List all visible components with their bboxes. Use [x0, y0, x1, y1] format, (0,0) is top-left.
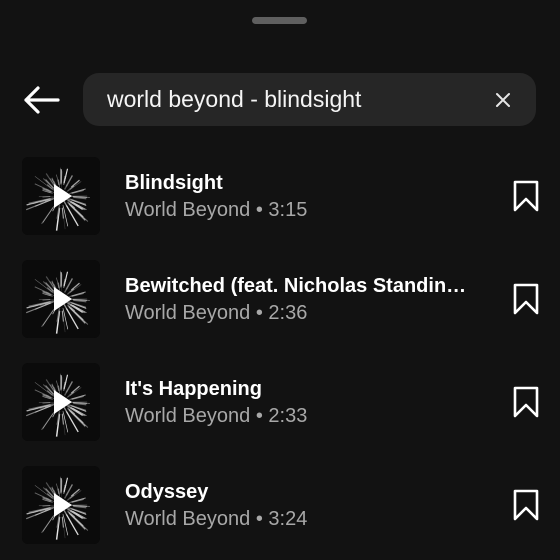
bookmark-icon: [513, 180, 539, 212]
album-art: [22, 260, 100, 338]
meta-separator: •: [255, 508, 263, 530]
track-info: Bewitched (feat. Nicholas Standing,… Wor…: [125, 273, 485, 327]
list-item[interactable]: It's Happening World Beyond • 2:33: [0, 356, 560, 459]
track-info: Blindsight World Beyond • 3:15: [125, 170, 485, 224]
arrow-left-icon: [24, 86, 60, 114]
track-title: Blindsight: [125, 172, 223, 194]
bookmark-icon: [513, 283, 539, 315]
track-title: Odyssey: [125, 481, 209, 503]
track-duration: 2:33: [268, 405, 308, 427]
album-art: [22, 466, 100, 544]
track-meta: World Beyond • 2:36: [125, 299, 485, 327]
save-button[interactable]: [510, 281, 542, 317]
meta-separator: •: [255, 405, 263, 427]
track-meta: World Beyond • 3:24: [125, 505, 485, 533]
track-artist: World Beyond: [125, 508, 251, 530]
bookmark-icon: [513, 489, 539, 521]
music-search-sheet: Blindsight World Beyond • 3:15 Bewitched…: [0, 0, 560, 560]
search-bar: [83, 73, 536, 126]
track-meta: World Beyond • 2:33: [125, 402, 485, 430]
track-artist: World Beyond: [125, 199, 251, 221]
track-artist: World Beyond: [125, 302, 251, 324]
search-input[interactable]: [107, 73, 487, 126]
track-artist: World Beyond: [125, 405, 251, 427]
list-item[interactable]: Odyssey World Beyond • 3:24: [0, 459, 560, 560]
back-button[interactable]: [20, 80, 62, 120]
clear-search-button[interactable]: [490, 87, 516, 113]
album-art: [22, 363, 100, 441]
meta-separator: •: [255, 199, 263, 221]
drag-handle[interactable]: [252, 17, 307, 24]
close-icon: [496, 93, 510, 107]
list-item[interactable]: Blindsight World Beyond • 3:15: [0, 150, 560, 253]
track-title: It's Happening: [125, 378, 262, 400]
save-button[interactable]: [510, 384, 542, 420]
track-title: Bewitched (feat. Nicholas Standing,…: [125, 275, 477, 297]
results-list: Blindsight World Beyond • 3:15 Bewitched…: [0, 150, 560, 560]
track-meta: World Beyond • 3:15: [125, 196, 485, 224]
save-button[interactable]: [510, 487, 542, 523]
track-duration: 3:15: [268, 199, 308, 221]
save-button[interactable]: [510, 178, 542, 214]
list-item[interactable]: Bewitched (feat. Nicholas Standing,… Wor…: [0, 253, 560, 356]
track-duration: 3:24: [268, 508, 308, 530]
album-art: [22, 157, 100, 235]
track-info: It's Happening World Beyond • 2:33: [125, 376, 485, 430]
track-duration: 2:36: [268, 302, 308, 324]
bookmark-icon: [513, 386, 539, 418]
track-info: Odyssey World Beyond • 3:24: [125, 479, 485, 533]
meta-separator: •: [255, 302, 263, 324]
